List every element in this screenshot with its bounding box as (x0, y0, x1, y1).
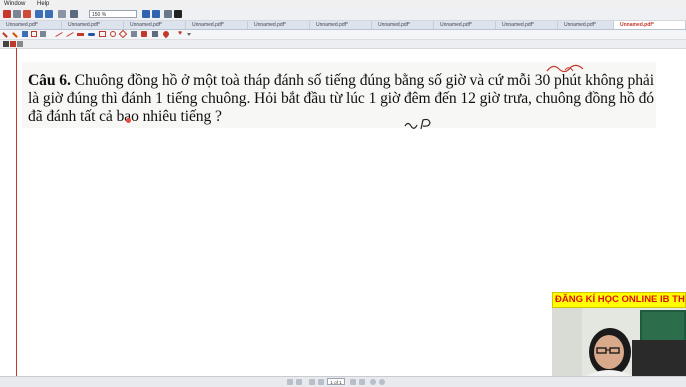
tab-document[interactable]: Unnamed.pdf* (496, 21, 558, 29)
arrow-tool-icon[interactable] (66, 32, 74, 37)
tab-document[interactable]: Unnamed.pdf* (62, 21, 124, 29)
stamp-icon[interactable] (40, 31, 46, 37)
tab-document[interactable]: Unnamed.pdf* (124, 21, 186, 29)
back-icon[interactable] (318, 379, 324, 385)
note-icon[interactable] (31, 31, 37, 37)
eraser-icon[interactable] (131, 31, 137, 37)
open-icon[interactable] (3, 10, 11, 18)
ellipse-tool-icon[interactable] (110, 31, 116, 37)
zoom-field[interactable]: 150 % (89, 10, 137, 18)
webcam-overlay (552, 308, 686, 378)
pencil-icon[interactable] (12, 32, 18, 38)
status-bar: 1 of 1 (0, 376, 686, 387)
menu-bar: Window Help (0, 0, 686, 9)
highlighter-icon[interactable] (77, 33, 84, 36)
menu-window[interactable]: Window (4, 1, 25, 7)
zoom-out-status-icon[interactable] (370, 379, 376, 385)
tab-document[interactable]: Unnamed.pdf* (0, 21, 62, 29)
menu-help[interactable]: Help (37, 1, 49, 7)
pen-cursor (126, 118, 131, 123)
tab-document[interactable]: Unnamed.pdf* (310, 21, 372, 29)
fullscreen-icon[interactable] (174, 10, 182, 18)
last-page-icon[interactable] (359, 379, 365, 385)
document-tabs: Unnamed.pdf* Unnamed.pdf* Unnamed.pdf* U… (0, 21, 686, 30)
annotation-toolbar: ♥ (0, 29, 686, 40)
previous-page-icon[interactable] (296, 379, 302, 385)
rectangle-tool-icon[interactable] (99, 31, 106, 37)
line-tool-icon[interactable] (55, 32, 63, 37)
handwritten-mark (404, 118, 431, 130)
tab-document[interactable]: Unnamed.pdf* (558, 21, 614, 29)
next-page-icon[interactable] (350, 379, 356, 385)
tab-document[interactable]: Unnamed.pdf* (434, 21, 496, 29)
page-layout-icon[interactable] (309, 379, 315, 385)
line-width-icon[interactable] (17, 41, 23, 47)
save-icon[interactable] (13, 10, 21, 18)
question-body: Chuông đồng hồ ở một toà tháp đánh số ti… (28, 72, 654, 125)
main-toolbar: 150 % (0, 9, 686, 21)
undo-icon[interactable] (35, 10, 43, 18)
question-text: Câu 6. Chuông đồng hồ ở một toà tháp đán… (28, 72, 654, 126)
text-box-icon[interactable] (22, 31, 28, 37)
pen-icon[interactable] (2, 32, 8, 38)
zoom-in-icon[interactable] (142, 10, 150, 18)
question-label: Câu 6. (28, 72, 71, 89)
properties-toolbar (0, 40, 686, 49)
page-margin-line (16, 48, 17, 376)
stroke-color-icon[interactable] (10, 41, 16, 47)
polygon-tool-icon[interactable] (118, 29, 128, 39)
first-page-icon[interactable] (287, 379, 293, 385)
tab-document[interactable]: Unnamed.pdf* (372, 21, 434, 29)
zoom-in-status-icon[interactable] (379, 379, 385, 385)
webcam-feed (552, 308, 686, 378)
fit-page-icon[interactable] (164, 10, 172, 18)
pin-icon[interactable] (161, 29, 171, 39)
print-icon[interactable] (58, 10, 66, 18)
zoom-out-icon[interactable] (152, 10, 160, 18)
measure-icon[interactable] (152, 31, 158, 37)
close-icon[interactable] (23, 10, 31, 18)
tab-document[interactable]: Unnamed.pdf* (248, 21, 310, 29)
select-tool-icon[interactable] (3, 41, 9, 47)
redo-icon[interactable] (45, 10, 53, 18)
tab-document-active[interactable]: Unnamed.pdf* (614, 21, 686, 29)
chevron-down-icon[interactable] (187, 33, 191, 36)
hand-tool-icon[interactable] (70, 10, 78, 18)
promo-banner: ĐĂNG KÍ HỌC ONLINE IB THẦY (552, 292, 686, 308)
page-indicator[interactable]: 1 of 1 (327, 378, 345, 385)
tab-document[interactable]: Unnamed.pdf* (186, 21, 248, 29)
underline-icon[interactable] (88, 33, 95, 36)
heart-icon[interactable]: ♥ (178, 30, 184, 37)
color-picker-icon[interactable] (141, 31, 147, 37)
